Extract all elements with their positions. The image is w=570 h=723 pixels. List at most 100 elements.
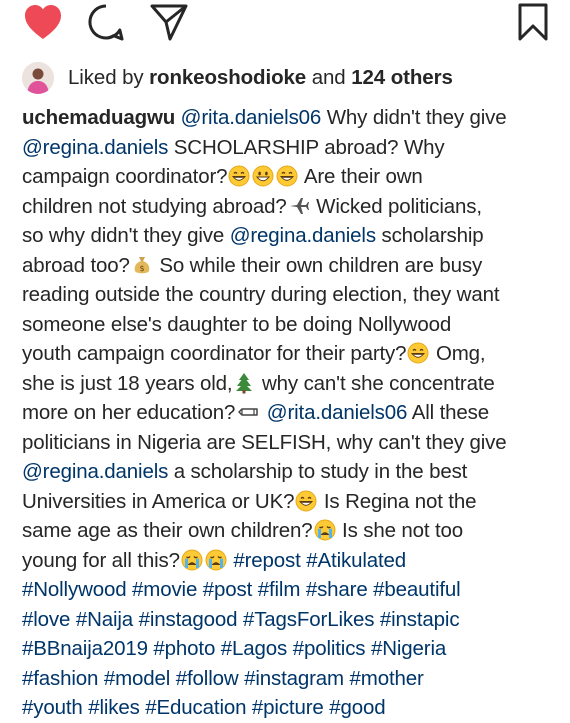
- cry-emoji-icon: [205, 549, 227, 571]
- caption-line: young for all this? #repost #Atikulated: [22, 546, 562, 576]
- hashtag-link[interactable]: #photo: [153, 637, 215, 660]
- caption-line: politicians in Nigeria are SELFISH, why …: [22, 428, 562, 458]
- mention-link[interactable]: @regina.daniels: [230, 224, 376, 247]
- caption-text: reading outside the country during elect…: [22, 283, 500, 306]
- caption-line: she is just 18 years old, why can't she …: [22, 369, 562, 399]
- caption-line: youth campaign coordinator for their par…: [22, 339, 562, 369]
- plane-emoji-icon: [288, 195, 310, 217]
- hashtag-link[interactable]: #good: [329, 696, 385, 719]
- hashtag-link[interactable]: #beautiful: [373, 578, 461, 601]
- caption-text: SCHOLARSHIP abroad? Why: [168, 135, 445, 159]
- caption-text: abroad too?: [22, 253, 130, 277]
- smile-emoji-icon: [252, 165, 274, 187]
- moneybag-emoji-icon: $: [131, 254, 153, 276]
- grin-emoji-icon: [295, 490, 317, 512]
- caption-text: Is she not too: [336, 519, 464, 542]
- hashtag-link[interactable]: #Education: [145, 696, 246, 719]
- hashtag-link[interactable]: #instagram: [244, 667, 344, 690]
- caption-text: politicians in Nigeria are SELFISH, why …: [22, 430, 507, 454]
- caption-line: @regina.daniels SCHOLARSHIP abroad? Why: [22, 133, 562, 163]
- hashtag-link[interactable]: #youth: [22, 696, 83, 719]
- caption-text: young for all this?: [22, 548, 180, 572]
- like-icon[interactable]: [22, 2, 64, 42]
- caption-text: Is Regina not the: [318, 489, 477, 513]
- hashtag-link[interactable]: #Nollywood: [22, 578, 127, 601]
- hashtag-link[interactable]: #mother: [350, 667, 424, 690]
- hashtag-link[interactable]: #repost: [233, 549, 300, 572]
- caption-line: children not studying abroad? Wicked pol…: [22, 192, 562, 222]
- hashtag-link[interactable]: #Lagos: [221, 637, 288, 660]
- caption-line: campaign coordinator? Are their own: [22, 162, 562, 192]
- hashtag-link[interactable]: #Naija: [76, 608, 133, 631]
- svg-text:$: $: [139, 264, 144, 273]
- hashtag-link[interactable]: #movie: [132, 578, 197, 601]
- caption-line: #fashion #model #follow #instagram #moth…: [22, 664, 562, 694]
- cry-emoji-icon: [314, 519, 336, 541]
- caption-text: Omg,: [430, 342, 486, 365]
- hashtag-link[interactable]: #BBnaija2019: [22, 637, 148, 660]
- caption-line: so why didn't they give @regina.daniels …: [22, 221, 562, 251]
- caption-text: so why didn't they give: [22, 224, 230, 247]
- caption-text: Wicked politicians,: [310, 194, 482, 218]
- grin-emoji-icon: [407, 342, 429, 364]
- caption-line: #love #Naija #instagood #TagsForLikes #i…: [22, 605, 562, 635]
- mention-link[interactable]: @regina.daniels: [22, 136, 168, 159]
- hashtag-link[interactable]: #Nigeria: [371, 637, 446, 660]
- caption-text: youth campaign coordinator for their par…: [22, 342, 407, 365]
- hashtag-link[interactable]: #Atikulated: [306, 549, 406, 572]
- caption-line: #Nollywood #movie #post #film #share #be…: [22, 575, 562, 605]
- caption-line: same age as their own children? Is she n…: [22, 516, 562, 546]
- caption-line: Universities in America or UK? Is Regina…: [22, 487, 562, 517]
- caption-text: a scholarship to study in the best: [168, 460, 468, 483]
- share-icon[interactable]: [148, 2, 190, 42]
- caption-line: #BBnaija2019 #photo #Lagos #politics #Ni…: [22, 634, 562, 664]
- caption-line: someone else's daughter to be doing Noll…: [22, 310, 562, 340]
- cry-emoji-icon: [181, 549, 203, 571]
- hashtag-link[interactable]: #follow: [176, 667, 239, 690]
- caption-line: @regina.daniels a scholarship to study i…: [22, 457, 562, 487]
- caption-text: more on her education?: [22, 401, 236, 424]
- post-caption: uchemaduagwu @rita.daniels06 Why didn't …: [22, 103, 562, 723]
- hashtag-link[interactable]: #picture: [252, 696, 324, 719]
- grin-emoji-icon: [276, 165, 298, 187]
- hashtag-link[interactable]: #model: [104, 667, 170, 690]
- caption-text: So while their own children are busy: [153, 253, 483, 277]
- mention-link[interactable]: @regina.daniels: [22, 460, 168, 483]
- mention-link[interactable]: @rita.daniels06: [267, 401, 408, 424]
- caption-line: uchemaduagwu @rita.daniels06 Why didn't …: [22, 103, 562, 133]
- hashtag-link[interactable]: #likes: [88, 696, 140, 719]
- caption-text: she is just 18 years old,: [22, 371, 233, 395]
- pencil-emoji-icon: [236, 401, 260, 423]
- caption-line: reading outside the country during elect…: [22, 280, 562, 310]
- save-icon[interactable]: [516, 2, 550, 42]
- grin-emoji-icon: [228, 165, 250, 187]
- hashtag-link[interactable]: #instapic: [380, 608, 460, 631]
- tree-emoji-icon: [233, 372, 255, 394]
- post-action-bar: [0, 0, 570, 58]
- caption-text: children not studying abroad?: [22, 194, 287, 218]
- liked-by-row: Liked by ronkeoshodioke and 124 others: [22, 62, 453, 94]
- likes-summary: Liked by ronkeoshodioke and 124 others: [68, 66, 453, 89]
- hashtag-link[interactable]: #share: [306, 578, 368, 601]
- caption-line: #youth #likes #Education #picture #good: [22, 693, 562, 723]
- caption-username[interactable]: uchemaduagwu: [22, 106, 175, 129]
- mention-link[interactable]: @rita.daniels06: [181, 106, 322, 129]
- hashtag-link[interactable]: #politics: [293, 637, 366, 660]
- hashtag-link[interactable]: #instagood: [139, 608, 238, 631]
- caption-text: scholarship: [375, 224, 484, 247]
- likes-count-link[interactable]: 124 others: [351, 66, 453, 89]
- hashtag-link[interactable]: #post: [203, 578, 253, 601]
- hashtag-link[interactable]: #fashion: [22, 667, 98, 690]
- caption-text: someone else's daughter to be doing Noll…: [22, 312, 452, 336]
- caption-text: Why didn't they give: [321, 106, 507, 129]
- hashtag-link[interactable]: #film: [258, 578, 301, 601]
- comment-icon[interactable]: [86, 2, 126, 42]
- hashtag-link[interactable]: #love: [22, 608, 70, 631]
- caption-text: All these: [407, 401, 489, 424]
- hashtag-link[interactable]: #TagsForLikes: [243, 608, 375, 631]
- avatar[interactable]: [22, 62, 54, 94]
- caption-text: why can't she concentrate: [256, 371, 495, 395]
- caption-text: campaign coordinator?: [22, 165, 228, 188]
- caption-text: Universities in America or UK?: [22, 489, 295, 513]
- liker-username[interactable]: ronkeoshodioke: [149, 66, 306, 89]
